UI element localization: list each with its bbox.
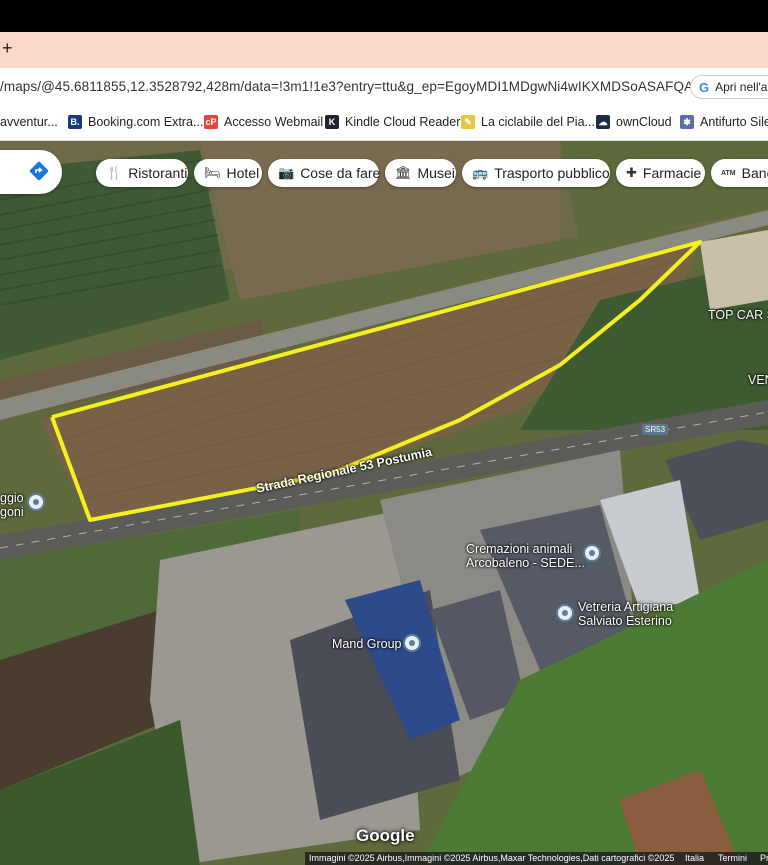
bookmark-item-antifurto[interactable]: ✱ Antifurto Siler [680,115,768,129]
road-shield-sr53: SR53 [642,424,669,435]
place-pin-icon[interactable] [403,634,421,652]
museum-icon: 🏛 [395,165,412,180]
bookmark-label: La ciclabile del Pia... [481,115,595,129]
place-label-left[interactable]: ggio goni [0,491,24,519]
alarm-icon: ✱ [680,115,694,129]
chip-label: Farmacie [642,165,702,181]
chip-cose-da-fare[interactable]: 📷 Cose da fare [268,159,381,187]
bookmark-item[interactable]: avventur... [0,115,58,129]
footer-link-italia[interactable]: Italia [685,852,704,865]
bookmark-item-booking[interactable]: B. Booking.com Extra... [68,115,203,129]
attribution-bar: Immagini ©2025 Airbus,Immagini ©2025 Air… [305,852,768,865]
open-in-app-label: Apri nell'a [715,80,768,94]
url-text[interactable]: /maps/@45.6811855,12.3528792,428m/data=!… [0,79,726,94]
chip-label: Hotel [226,165,260,181]
bookmark-label: Accesso Webmail [224,115,324,129]
chip-musei[interactable]: 🏛 Musei [385,159,456,187]
webmail-icon: cP [204,115,218,129]
chip-label: Ristoranti [128,165,188,181]
chip-label: Banc [741,165,768,181]
place-label-cremazioni[interactable]: Cremazioni animali Arcobaleno - SEDE... [466,542,585,570]
bed-icon: 🛏 [204,165,221,180]
bus-icon: 🚌 [472,165,489,180]
place-pin-icon[interactable] [583,544,601,562]
place-label-ven[interactable]: VEN [748,373,768,387]
chip-label: Cose da fare [300,165,381,181]
atm-icon: ATM [721,169,736,177]
open-in-app-button[interactable]: G Apri nell'a [690,75,768,99]
bookmark-label: ownCloud [616,115,672,129]
bookmarks-bar: avventur... B. Booking.com Extra... cP A… [0,106,768,141]
footer-link-termini[interactable]: Termini [718,852,747,865]
attribution-text: Immagini ©2025 Airbus,Immagini ©2025 Air… [309,853,675,863]
bookmark-item-kindle[interactable]: K Kindle Cloud Reader [325,115,460,129]
chip-trasporto-pubblico[interactable]: 🚌 Trasporto pubblico [462,159,610,187]
chip-label: Trasporto pubblico [494,165,610,181]
satellite-map[interactable]: 🍴 Ristoranti 🛏 Hotel 📷 Cose da fare 🏛 Mu… [0,141,768,865]
bike-icon: ✎ [461,115,475,129]
directions-icon[interactable] [28,160,50,182]
chip-label: Musei [417,165,455,181]
footer-link-privacy[interactable]: Pr [760,852,768,865]
bookmark-label: Antifurto Siler [700,115,768,129]
chip-bancomat[interactable]: ATM Banc [711,159,768,187]
place-pin-icon[interactable] [556,604,574,622]
map-imagery [0,141,768,865]
camera-icon: 📷 [278,165,295,180]
place-label-top-car[interactable]: TOP CAR S [708,308,768,322]
booking-icon: B. [68,115,82,129]
place-pin-icon[interactable] [27,493,45,511]
bookmark-label: Kindle Cloud Reader [345,115,461,129]
cloud-icon: ☁ [596,115,610,129]
chip-farmacie[interactable]: ✚ Farmacie [616,159,705,187]
place-label-vetreria[interactable]: Vetreria Artigiana Salviato Esterino [578,600,673,628]
new-tab-button[interactable]: + [2,38,13,59]
address-bar[interactable]: /maps/@45.6811855,12.3528792,428m/data=!… [0,68,768,106]
place-label-mand[interactable]: Mand Group [332,637,401,651]
fork-knife-icon: 🍴 [106,165,123,180]
kindle-icon: K [325,115,339,129]
top-black-strip [0,0,768,32]
google-logo: Google [356,826,415,845]
google-g-icon: G [699,79,710,95]
chip-hotel[interactable]: 🛏 Hotel [194,159,262,187]
tab-bar: + [0,32,768,68]
search-directions-pill[interactable] [0,150,62,194]
chip-ristoranti[interactable]: 🍴 Ristoranti [96,159,188,187]
bookmark-item-ciclabile[interactable]: ✎ La ciclabile del Pia... [461,115,595,129]
bookmark-item-webmail[interactable]: cP Accesso Webmail [204,115,323,129]
bookmark-item-owncloud[interactable]: ☁ ownCloud [596,115,672,129]
bookmark-label: Booking.com Extra... [88,115,204,129]
bookmark-label: avventur... [0,115,58,129]
pharmacy-icon: ✚ [626,165,637,180]
